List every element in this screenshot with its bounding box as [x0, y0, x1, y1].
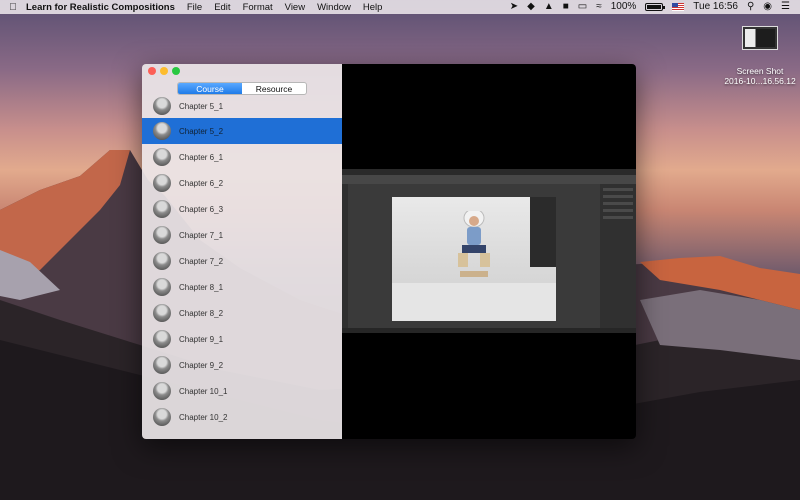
chapter-label: Chapter 7_2: [179, 256, 224, 266]
editor-canvas-photo: [392, 197, 556, 321]
chapter-thumbnail: [153, 330, 171, 348]
hat-icon[interactable]: ▲: [544, 0, 554, 14]
siri-icon[interactable]: ◉: [763, 0, 772, 14]
app-menu[interactable]: Learn for Realistic Compositions: [26, 2, 175, 13]
list-item[interactable]: Chapter 10_2: [142, 404, 342, 430]
desktop-file-label: Screen Shot 2016-10...16.56.12: [722, 66, 798, 86]
tab-resource[interactable]: Resource: [242, 83, 306, 94]
list-item[interactable]: Chapter 6_1: [142, 144, 342, 170]
menu-file[interactable]: File: [187, 2, 202, 13]
list-item[interactable]: Chapter 8_2: [142, 300, 342, 326]
chapter-label: Chapter 8_1: [179, 282, 224, 292]
chapter-thumbnail: [153, 304, 171, 322]
chapter-thumbnail: [153, 174, 171, 192]
wifi-icon[interactable]: ≈: [596, 0, 602, 14]
chapter-label: Chapter 6_1: [179, 152, 224, 162]
list-item[interactable]: Chapter 6_3: [142, 196, 342, 222]
minimize-button[interactable]: [160, 67, 168, 75]
menu-format[interactable]: Format: [243, 2, 273, 13]
list-item[interactable]: Chapter 9_1: [142, 326, 342, 352]
chapter-thumbnail: [153, 226, 171, 244]
app-window: Course Resource Chapter 5_1 Chapter 5_2 …: [142, 64, 636, 439]
chapter-label: Chapter 9_1: [179, 334, 224, 344]
chapter-thumbnail: [153, 122, 171, 140]
app-status-icon[interactable]: ◆: [527, 0, 535, 14]
status-area: ➤ ◆ ▲ ■ ▭ ≈ 100% Tue 16:56 ⚲ ◉ ☰: [510, 0, 800, 14]
list-item[interactable]: Chapter 5_1: [142, 94, 342, 119]
chapter-thumbnail: [153, 356, 171, 374]
chapter-thumbnail: [153, 252, 171, 270]
list-item-selected[interactable]: Chapter 5_2: [142, 118, 342, 144]
list-item[interactable]: Chapter 7_2: [142, 248, 342, 274]
screenshot-thumbnail: [742, 26, 778, 50]
location-arrow-icon[interactable]: ➤: [510, 0, 518, 14]
desktop-file-label-line1: Screen Shot: [736, 66, 784, 76]
zoom-button[interactable]: [172, 67, 180, 75]
list-item[interactable]: Chapter 10_1: [142, 378, 342, 404]
list-item[interactable]: Chapter 8_1: [142, 274, 342, 300]
chapter-label: Chapter 10_2: [179, 412, 228, 422]
list-item[interactable]: Chapter 6_2: [142, 170, 342, 196]
chapter-thumbnail: [153, 278, 171, 296]
chapter-label: Chapter 6_2: [179, 178, 224, 188]
chapter-label: Chapter 6_3: [179, 204, 224, 214]
desktop-file-label-line2: 2016-10...16.56.12: [724, 76, 796, 86]
chapter-label: Chapter 10_1: [179, 386, 228, 396]
menu-view[interactable]: View: [285, 2, 305, 13]
notification-center-icon[interactable]: ☰: [781, 0, 790, 14]
chapter-thumbnail: [153, 97, 171, 115]
child-on-chair-figure: [458, 211, 490, 277]
editor-options-bar: [342, 175, 636, 184]
editor-layers-panel: [600, 184, 636, 333]
chapter-label: Chapter 7_1: [179, 230, 224, 240]
battery-icon[interactable]: [645, 3, 666, 11]
menu-help[interactable]: Help: [363, 2, 383, 13]
editor-status-bar: [342, 328, 636, 333]
chapter-thumbnail: [153, 148, 171, 166]
menu-edit[interactable]: Edit: [214, 2, 230, 13]
chapter-thumbnail: [153, 382, 171, 400]
close-button[interactable]: [148, 67, 156, 75]
drive-icon[interactable]: ▭: [578, 0, 587, 14]
chapter-list[interactable]: Chapter 5_1 Chapter 5_2 Chapter 6_1 Chap…: [142, 94, 342, 439]
chapter-thumbnail: [153, 200, 171, 218]
chapter-label: Chapter 5_2: [179, 126, 224, 136]
clock[interactable]: Tue 16:56: [693, 0, 738, 14]
editor-tools-panel: [342, 184, 348, 333]
chapter-label: Chapter 9_2: [179, 360, 224, 370]
lock-icon[interactable]: ■: [563, 0, 569, 14]
battery-percent[interactable]: 100%: [611, 0, 637, 14]
list-item[interactable]: Chapter 9_2: [142, 352, 342, 378]
video-frame: [342, 169, 636, 333]
us-flag-icon[interactable]: [672, 3, 685, 11]
spotlight-icon[interactable]: ⚲: [747, 0, 754, 14]
list-item[interactable]: Chapter 7_1: [142, 222, 342, 248]
menu-window[interactable]: Window: [317, 2, 351, 13]
tab-course[interactable]: Course: [178, 83, 242, 94]
sidebar: Course Resource Chapter 5_1 Chapter 5_2 …: [142, 64, 342, 439]
chapter-label: Chapter 8_2: [179, 308, 224, 318]
chapter-label: Chapter 5_1: [179, 101, 224, 111]
menu-bar:  Learn for Realistic Compositions File …: [0, 0, 800, 14]
video-preview-pane[interactable]: [342, 64, 636, 439]
desktop-file-screen-shot[interactable]: Screen Shot 2016-10...16.56.12: [722, 26, 798, 86]
chapter-thumbnail: [153, 408, 171, 426]
window-controls: [148, 67, 180, 75]
apple-logo-icon[interactable]: : [0, 2, 26, 13]
